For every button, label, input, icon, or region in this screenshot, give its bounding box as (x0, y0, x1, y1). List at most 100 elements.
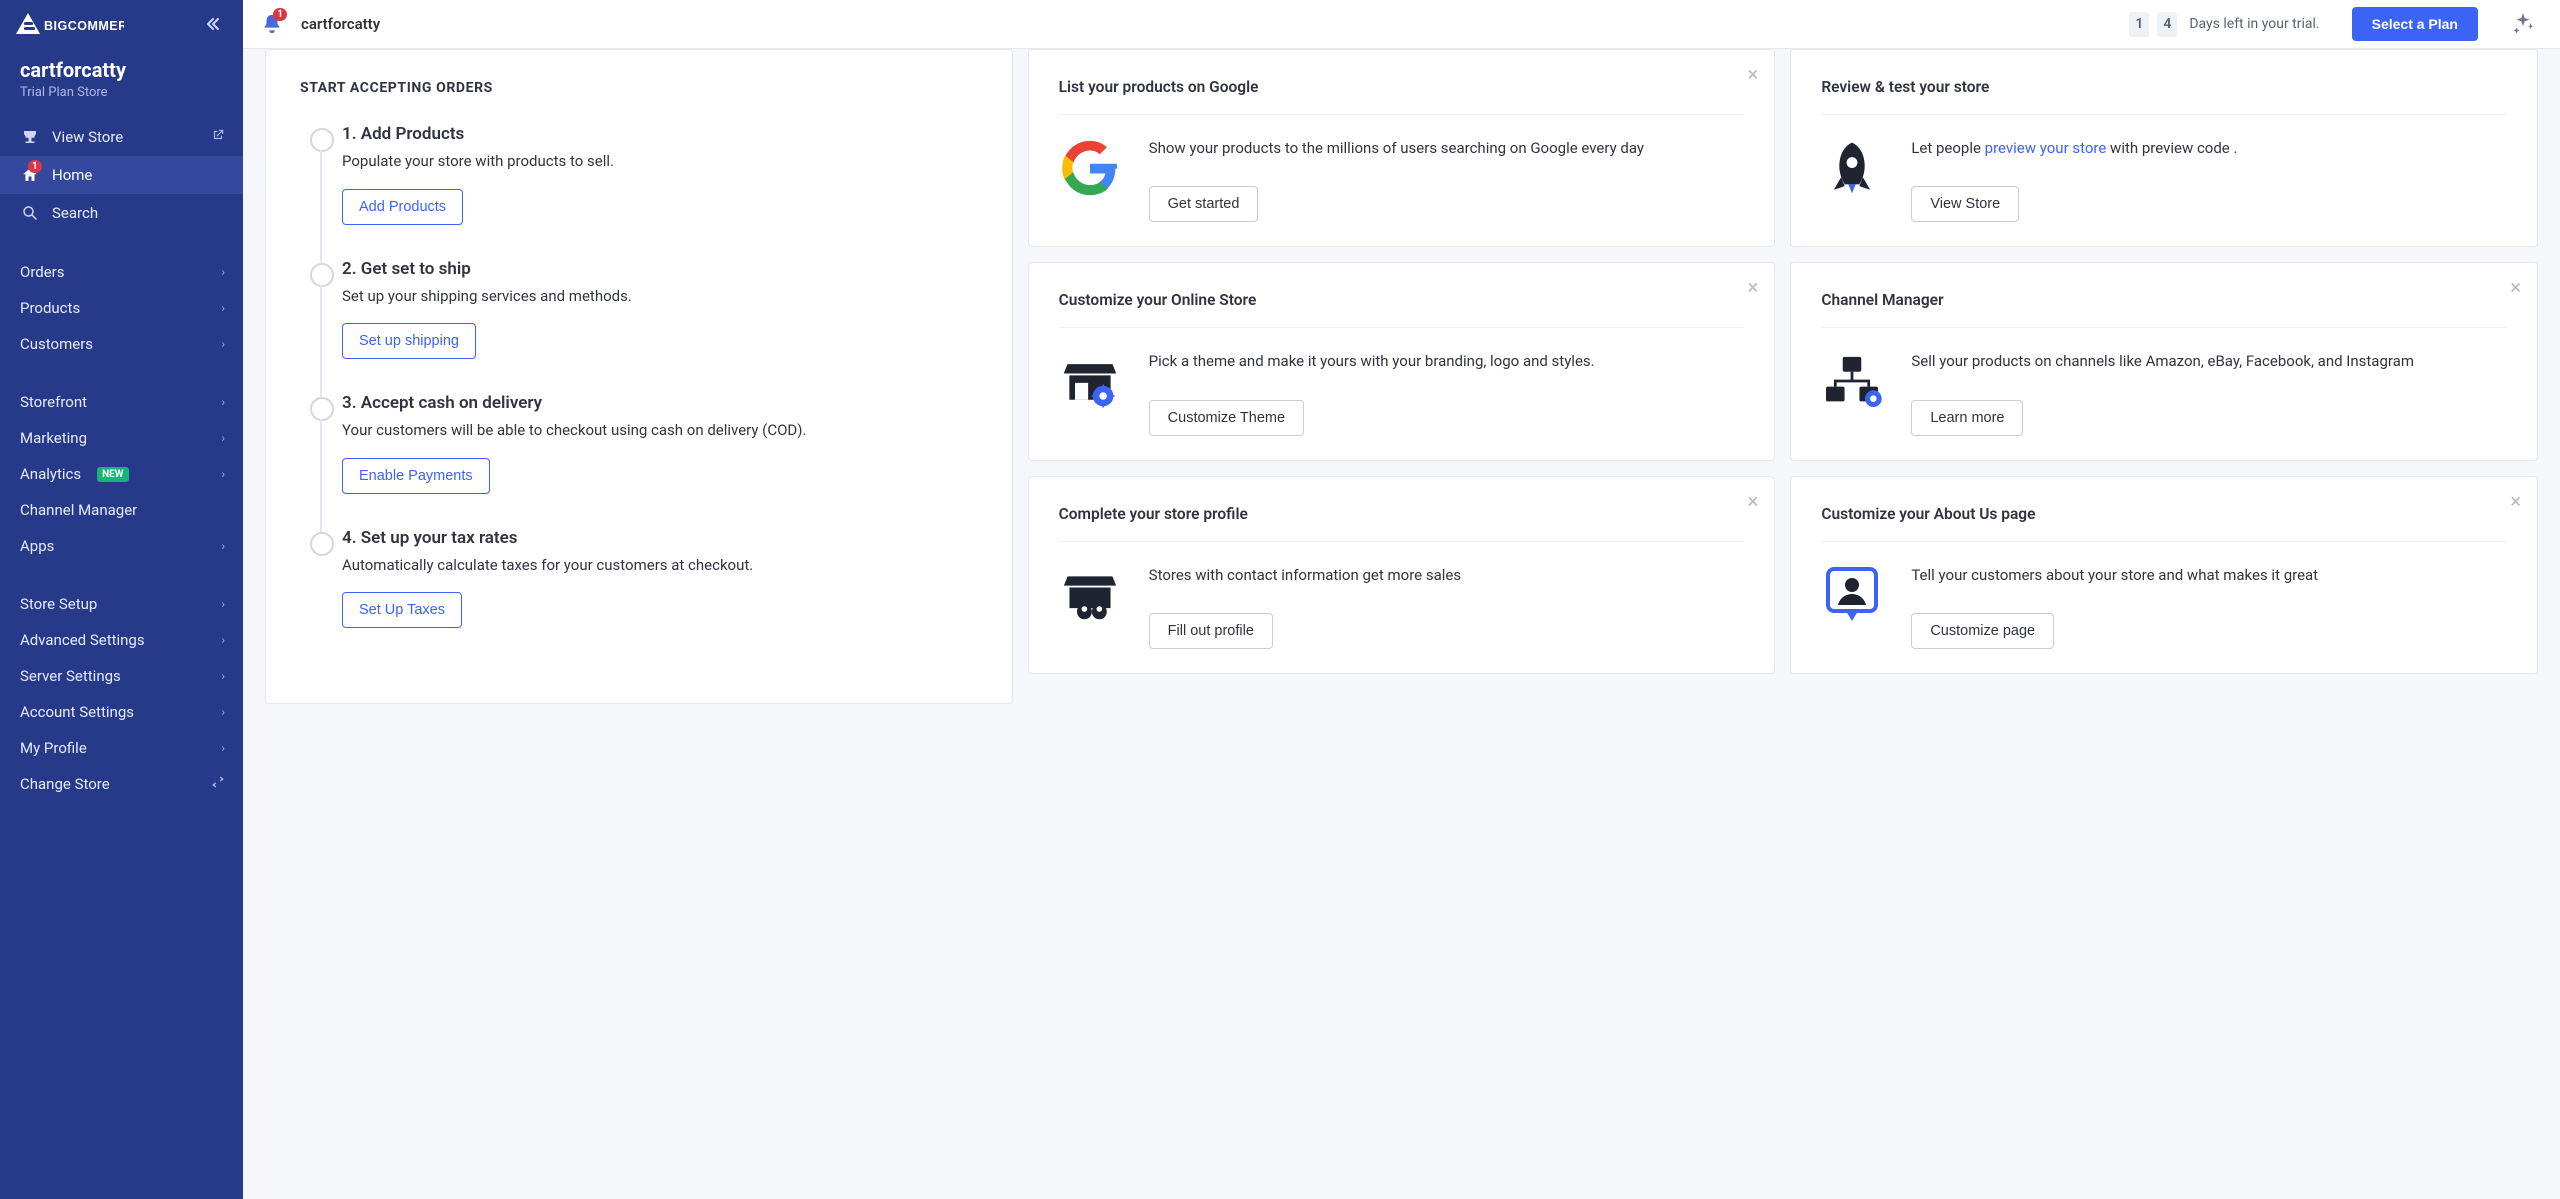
topbar-title: cartforcatty (301, 15, 380, 33)
nav-apps[interactable]: Apps › (0, 528, 243, 564)
card-review-test-store: Review & test your store Let people prev… (1790, 49, 2538, 247)
app-root: BIGCOMMERCE cartforcatty Trial Plan Stor… (0, 0, 2560, 1199)
set-up-taxes-button[interactable]: Set Up Taxes (342, 592, 462, 628)
collapse-sidebar-button[interactable] (201, 12, 225, 36)
nav-marketing[interactable]: Marketing› (0, 420, 243, 456)
external-link-icon (211, 128, 225, 146)
card-title: List your products on Google (1059, 78, 1745, 115)
nav-change-store[interactable]: Change Store (0, 766, 243, 802)
nav-search[interactable]: Search (0, 194, 243, 232)
card-about-us: × Customize your About Us page Tell your… (1790, 476, 2538, 674)
chevron-right-icon: › (221, 633, 225, 647)
sidebar: BIGCOMMERCE cartforcatty Trial Plan Stor… (0, 0, 243, 1199)
trial-days-text: Days left in your trial. (2189, 16, 2319, 32)
channels-icon (1821, 350, 1883, 412)
nav-label: Orders (20, 263, 65, 281)
set-up-shipping-button[interactable]: Set up shipping (342, 323, 476, 359)
notifications-button[interactable]: 1 (257, 9, 287, 39)
search-icon (20, 203, 40, 223)
channel-learn-more-button[interactable]: Learn more (1911, 400, 2023, 436)
close-card-button[interactable]: × (1748, 491, 1759, 511)
nav-label: View Store (52, 128, 123, 146)
chevron-right-icon: › (221, 265, 225, 279)
nav-label: Store Setup (20, 595, 97, 613)
card-title: Customize your About Us page (1821, 505, 2507, 542)
nav-view-store[interactable]: View Store (0, 118, 243, 156)
nav-label: Analytics (20, 465, 81, 483)
person-pin-icon (1821, 564, 1883, 626)
nav-label: Account Settings (20, 703, 134, 721)
nav-orders[interactable]: Orders › (0, 254, 243, 290)
nav-channel-manager[interactable]: Channel Manager (0, 492, 243, 528)
card-customize-store: × Customize your Online Store Pick a the… (1028, 262, 1776, 460)
chevron-right-icon: › (221, 395, 225, 409)
nav-label: Advanced Settings (20, 631, 145, 649)
nav-products[interactable]: Products › (0, 290, 243, 326)
notification-count-badge: 1 (273, 8, 287, 21)
nav-label: Apps (20, 537, 54, 555)
step-title: 3. Accept cash on delivery (342, 393, 978, 413)
chevron-right-icon: › (221, 741, 225, 755)
nav-my-profile[interactable]: My Profile › (0, 730, 243, 766)
fill-out-profile-button[interactable]: Fill out profile (1149, 613, 1273, 649)
nav-home[interactable]: 1 Home (0, 156, 243, 194)
chevron-right-icon: › (221, 539, 225, 553)
chevron-right-icon: › (221, 705, 225, 719)
main-area: 1 cartforcatty 1 4 Days left in your tri… (243, 0, 2560, 1199)
desc-text-post: with preview code . (2106, 139, 2237, 157)
close-card-button[interactable]: × (2510, 491, 2521, 511)
nav-account-settings[interactable]: Account Settings › (0, 694, 243, 730)
dashboard-content: START ACCEPTING ORDERS 1. Add Products P… (243, 49, 2560, 1199)
card-channel-manager: × Channel Manager Sell your products on … (1790, 262, 2538, 460)
nav-analytics[interactable]: AnalyticsNEW› (0, 456, 243, 492)
store-info-block: cartforcatty Trial Plan Store (0, 46, 243, 118)
nav-label: Home (52, 166, 92, 184)
nav-storefront[interactable]: Storefront › (0, 384, 243, 420)
add-products-button[interactable]: Add Products (342, 189, 463, 225)
nav-label: Search (52, 204, 98, 222)
close-card-button[interactable]: × (1748, 64, 1759, 84)
chevron-right-icon: › (221, 337, 225, 351)
nav-server-settings[interactable]: Server Settings› (0, 658, 243, 694)
step-title: 2. Get set to ship (342, 259, 978, 279)
google-get-started-button[interactable]: Get started (1149, 186, 1259, 222)
storefront-icon (20, 127, 40, 147)
nav-label: Channel Manager (20, 501, 137, 519)
nav-label: Customers (20, 335, 93, 353)
nav-label: Products (20, 299, 80, 317)
preview-store-link[interactable]: preview your store (1985, 139, 2107, 157)
step-desc: Your customers will be able to checkout … (342, 419, 978, 442)
card-desc: Let people preview your store with previ… (1911, 137, 2507, 160)
step-cash-on-delivery: 3. Accept cash on delivery Your customer… (300, 393, 978, 528)
close-card-button[interactable]: × (1748, 277, 1759, 297)
select-plan-button[interactable]: Select a Plan (2352, 7, 2478, 41)
card-title: Channel Manager (1821, 291, 2507, 328)
chevron-right-icon: › (221, 301, 225, 315)
assistant-button[interactable] (2506, 7, 2540, 41)
nav-customers[interactable]: Customers › (0, 326, 243, 362)
view-store-button[interactable]: View Store (1911, 186, 2019, 222)
nav-advanced-settings[interactable]: Advanced Settings › (0, 622, 243, 658)
desc-text-pre: Let people (1911, 139, 1984, 157)
card-desc: Tell your customers about your store and… (1911, 564, 2507, 587)
customize-about-page-button[interactable]: Customize page (1911, 613, 2054, 649)
new-badge: NEW (97, 467, 128, 482)
nav-label: My Profile (20, 739, 87, 757)
step-tax-rates: 4. Set up your tax rates Automatically c… (300, 528, 978, 629)
trial-digit-2: 4 (2157, 12, 2177, 37)
nav-label: Marketing (20, 429, 87, 447)
step-desc: Automatically calculate taxes for your c… (342, 554, 978, 577)
step-title: 1. Add Products (342, 124, 978, 144)
swap-icon (211, 775, 225, 793)
brand-logo[interactable]: BIGCOMMERCE (14, 10, 124, 38)
enable-payments-button[interactable]: Enable Payments (342, 458, 490, 494)
close-card-button[interactable]: × (2510, 277, 2521, 297)
card-title: Review & test your store (1821, 78, 2507, 115)
customize-theme-button[interactable]: Customize Theme (1149, 400, 1304, 436)
google-icon (1059, 137, 1121, 199)
nav-store-setup[interactable]: Store Setup› (0, 586, 243, 622)
nav-label: Storefront (20, 393, 87, 411)
card-desc: Show your products to the millions of us… (1149, 137, 1745, 160)
rocket-icon (1821, 137, 1883, 199)
store-name: cartforcatty (20, 58, 223, 82)
